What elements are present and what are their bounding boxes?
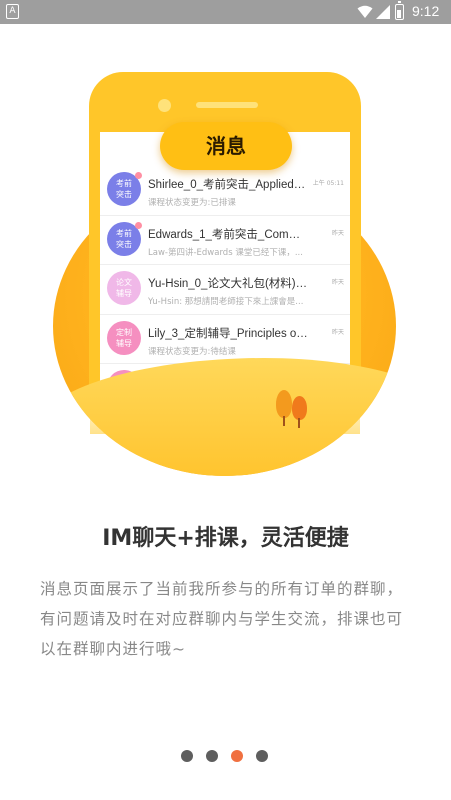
page-dot[interactable] (256, 750, 268, 762)
unread-dot (135, 172, 142, 179)
phone-speaker (196, 102, 258, 108)
status-bar: A 9:12 (0, 0, 451, 24)
tree-icon (292, 396, 308, 432)
page-dot[interactable] (231, 750, 243, 762)
onboarding-illustration: 消息 考前 突击 Shirlee_0_考前突击_Applied Co... 上午 05… (0, 24, 451, 484)
wifi-icon (357, 5, 373, 18)
status-time: 9:12 (412, 3, 440, 19)
hill-mask (53, 176, 396, 476)
page-dot[interactable] (206, 750, 218, 762)
notification-app-icon: A (6, 4, 19, 19)
page-dot[interactable] (181, 750, 193, 762)
feature-description: 消息页面展示了当前我所参与的所有订单的群聊，有问题请及时在对应群聊内与学生交流，… (40, 580, 404, 658)
page-indicator (181, 750, 268, 764)
chat-avatar-label: 考前 (116, 179, 132, 188)
cellular-signal-icon (376, 5, 390, 19)
hill (53, 358, 396, 476)
feature-headline: IM聊天+排课，灵活便捷 (102, 526, 349, 551)
chat-time: 上午 05:11 (312, 180, 344, 187)
phone-camera (158, 99, 171, 112)
battery-icon (395, 1, 404, 20)
messages-title-pill: 消息 (160, 122, 292, 170)
